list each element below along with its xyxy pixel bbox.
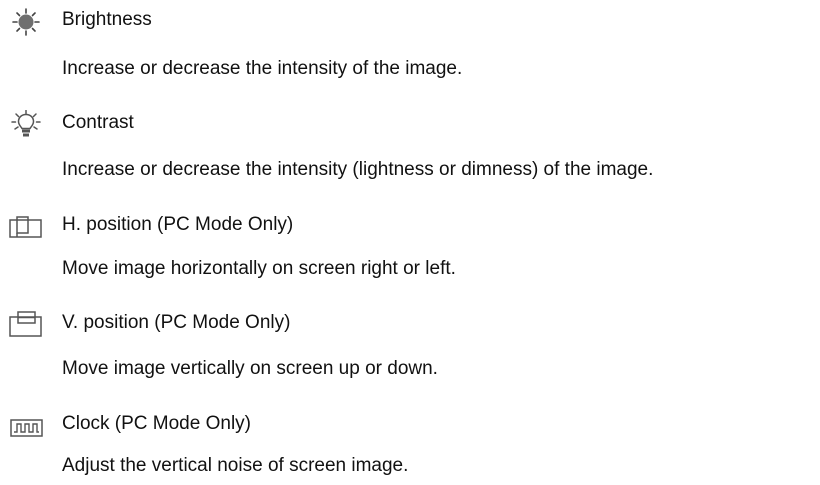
- clock-waveform-icon: [10, 419, 43, 437]
- vertical-position-icon: [9, 311, 42, 337]
- horizontal-position-icon: [9, 216, 42, 238]
- brightness-sun-icon: [12, 8, 40, 36]
- clock-description: Adjust the vertical noise of screen imag…: [62, 455, 409, 476]
- brightness-title: Brightness: [62, 9, 152, 30]
- h-position-title: H. position (PC Mode Only): [62, 214, 294, 235]
- contrast-bulb-icon: [11, 110, 41, 137]
- brightness-description: Increase or decrease the intensity of th…: [62, 58, 463, 79]
- contrast-description: Increase or decrease the intensity (ligh…: [62, 159, 654, 180]
- contrast-title: Contrast: [62, 112, 134, 133]
- v-position-description: Move image vertically on screen up or do…: [62, 358, 438, 379]
- h-position-description: Move image horizontally on screen right …: [62, 258, 456, 279]
- v-position-title: V. position (PC Mode Only): [62, 312, 291, 333]
- clock-title: Clock (PC Mode Only): [62, 413, 251, 434]
